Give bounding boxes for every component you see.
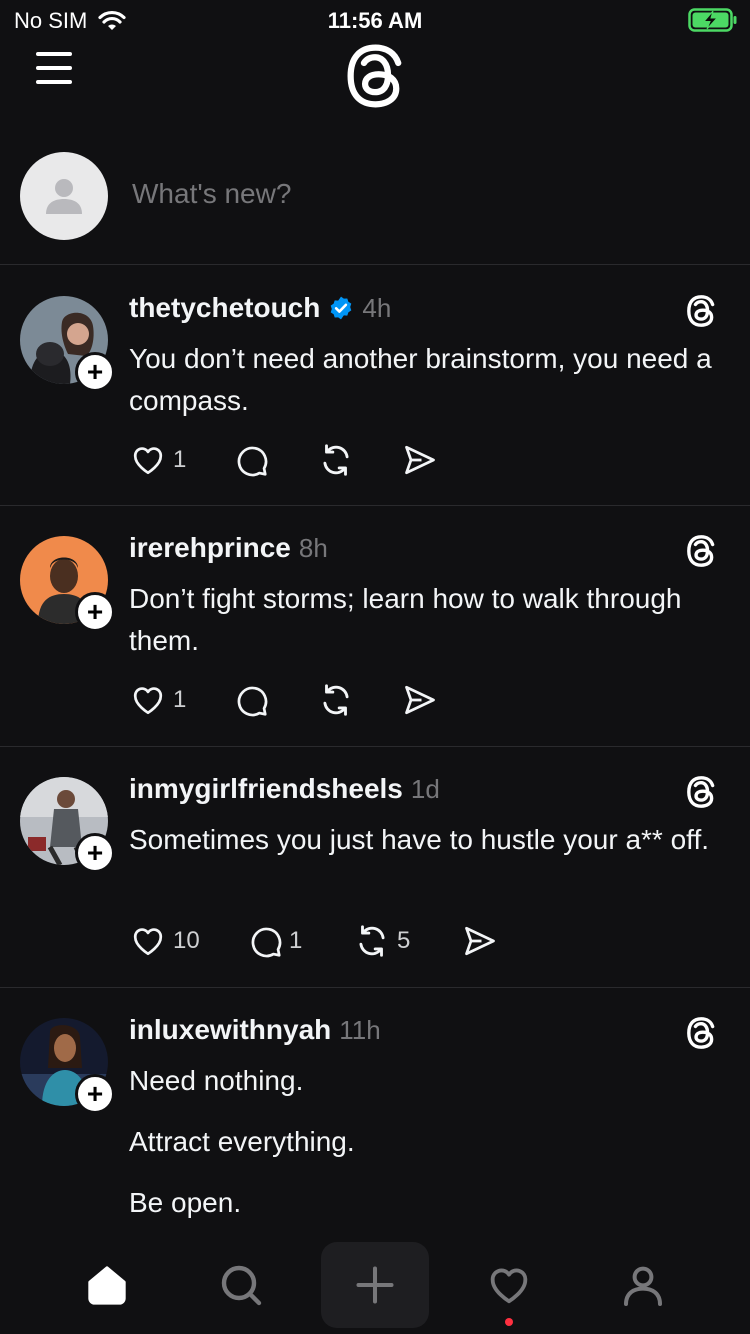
send-icon — [405, 685, 435, 715]
status-time: 11:56 AM — [327, 8, 423, 33]
threads-logo-icon[interactable] — [341, 42, 409, 110]
post-text-line: Need nothing. — [129, 1065, 304, 1096]
follow-plus-icon[interactable]: + — [75, 833, 115, 873]
repost-button[interactable] — [317, 680, 401, 720]
post-username[interactable]: inmygirlfriendsheels — [129, 773, 403, 805]
post-username[interactable]: inluxewithnyah — [129, 1014, 331, 1046]
home-icon — [88, 1266, 126, 1305]
repost-icon — [323, 444, 349, 476]
post-time: 1d — [410, 773, 440, 804]
threads-icon[interactable] — [684, 294, 718, 328]
battery-charging-icon — [688, 8, 737, 32]
post-text: You don’t need another brainstorm, you n… — [129, 338, 719, 441]
post-text: Sometimes you just have to hustle your a… — [129, 819, 719, 880]
heart-icon — [133, 447, 163, 475]
follow-plus-icon[interactable]: + — [75, 1074, 115, 1114]
reply-button[interactable] — [233, 680, 317, 720]
post-text-line: You don’t need another brainstorm, you n… — [129, 343, 712, 416]
repost-count: 5 — [397, 927, 411, 954]
tab-activity[interactable] — [464, 1242, 554, 1328]
reply-button[interactable] — [233, 440, 317, 480]
bottom-tab-bar — [0, 1234, 750, 1334]
like-button[interactable]: 1 — [129, 440, 233, 480]
post-text-line: Don’t fight storms; learn how to walk th… — [129, 583, 682, 656]
heart-icon — [133, 928, 163, 956]
threads-icon[interactable] — [684, 775, 718, 809]
top-nav — [0, 40, 750, 110]
like-button[interactable]: 1 — [129, 680, 233, 720]
notification-dot — [505, 1318, 513, 1326]
comment-icon — [237, 686, 268, 717]
verified-badge-icon — [331, 296, 352, 320]
post-time: 8h — [298, 532, 328, 563]
repost-icon — [323, 684, 349, 716]
follow-plus-icon[interactable]: + — [75, 592, 115, 632]
thread-post[interactable]: + thetychetouch 4h You don’t need anothe… — [0, 266, 750, 505]
post-text-line: Be open. — [129, 1187, 242, 1218]
like-count: 1 — [173, 686, 187, 713]
menu-icon[interactable] — [36, 52, 76, 84]
post-actions: 1 — [129, 680, 439, 720]
share-button[interactable] — [461, 921, 499, 961]
divider — [0, 264, 750, 265]
threads-icon[interactable] — [684, 534, 718, 568]
like-count: 1 — [173, 446, 187, 473]
new-thread-input[interactable]: What's new? — [132, 178, 291, 210]
avatar[interactable] — [20, 152, 108, 240]
post-time: 4h — [362, 292, 392, 323]
composer: What's new? — [0, 150, 750, 264]
like-button[interactable]: 10 — [129, 921, 247, 961]
share-button[interactable] — [401, 680, 439, 720]
activity-heart-icon — [490, 1268, 528, 1304]
tab-profile[interactable] — [598, 1242, 688, 1328]
like-count: 10 — [173, 927, 200, 954]
send-icon — [405, 445, 435, 475]
send-icon — [465, 926, 495, 956]
tab-search[interactable] — [196, 1242, 286, 1328]
post-text-line: Attract everything. — [129, 1126, 355, 1157]
post-username[interactable]: thetychetouch — [129, 292, 320, 324]
post-text: Need nothing. Attract everything. Be ope… — [129, 1060, 719, 1243]
follow-plus-icon[interactable]: + — [75, 352, 115, 392]
post-actions: 1 — [129, 440, 439, 480]
search-icon — [221, 1265, 262, 1306]
tab-new-thread[interactable] — [321, 1242, 429, 1328]
default-user-icon — [46, 179, 82, 214]
reply-count: 1 — [289, 927, 303, 954]
post-actions: 10 1 5 — [129, 921, 499, 961]
new-thread-icon — [356, 1266, 394, 1304]
profile-icon — [624, 1266, 662, 1306]
thread-post[interactable]: + irerehprince 8h Don’t fight storms; le… — [0, 506, 750, 746]
post-time: 11h — [339, 1014, 381, 1045]
thread-post[interactable]: + inmygirlfriendsheels 1d Sometimes you … — [0, 747, 750, 987]
post-username[interactable]: irerehprince — [129, 532, 291, 564]
repost-button[interactable]: 5 — [353, 921, 461, 961]
post-text-line: Sometimes you just have to hustle your a… — [129, 824, 710, 855]
reply-button[interactable]: 1 — [247, 921, 353, 961]
post-text: Don’t fight storms; learn how to walk th… — [129, 578, 719, 681]
status-bar: No SIM 11:56 AM — [0, 0, 750, 40]
heart-icon — [133, 687, 163, 715]
share-button[interactable] — [401, 440, 439, 480]
threads-icon[interactable] — [684, 1016, 718, 1050]
comment-icon — [237, 446, 268, 477]
repost-icon — [359, 925, 385, 957]
tab-home[interactable] — [62, 1242, 152, 1328]
repost-button[interactable] — [317, 440, 401, 480]
thread-post[interactable]: + inluxewithnyah 11h Need nothing. Attra… — [0, 988, 750, 1234]
comment-icon — [251, 927, 282, 958]
